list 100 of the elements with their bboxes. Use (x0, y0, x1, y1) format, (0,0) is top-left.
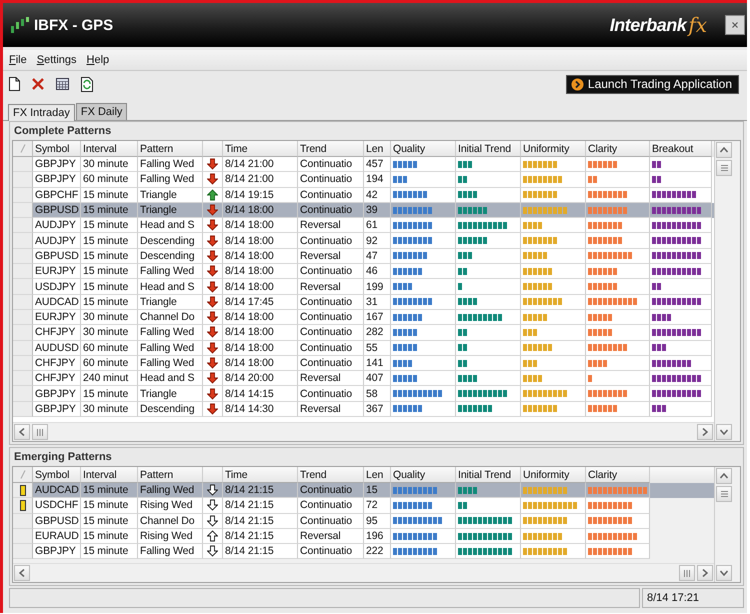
grip-icon (720, 165, 728, 171)
brand-name: Interbank (610, 14, 686, 34)
table-cell: 8/14 17:45 (223, 294, 298, 310)
table-row[interactable]: EURJPY 15 minute Falling Wed 8/14 18:00 Continuatio 46 (13, 264, 714, 280)
table-row[interactable]: CHFJPY 240 minut Head and S 8/14 20:00 Reversal 407 (13, 371, 714, 386)
table-cell: 240 minut (81, 371, 138, 386)
menu-item[interactable]: Settings (36, 54, 77, 66)
sort-icon (20, 470, 26, 479)
menu-item[interactable]: Help (86, 54, 110, 66)
table-cell: Continuatio (298, 325, 364, 341)
table-cell: GBPJPY (33, 157, 81, 172)
table-row[interactable]: AUDJPY 15 minute Head and S 8/14 18:00 Reversal 61 (13, 218, 714, 234)
table-cell: 60 minute (81, 340, 138, 356)
table-row[interactable]: GBPCHF 15 minute Triangle 8/14 19:15 Continuatio 42 (13, 188, 714, 203)
grip-icon (684, 570, 690, 576)
grip-icon (37, 428, 43, 436)
table-cell: Continuatio (298, 172, 364, 188)
play-circle-icon (570, 78, 584, 90)
table-row[interactable]: GBPJPY 30 minute Descending 8/14 14:30 Reversal 367 (13, 402, 714, 418)
table-cell: Descending (138, 233, 203, 249)
table-cell: 60 minute (81, 356, 138, 372)
table-cell: CHFJPY (33, 356, 81, 372)
table-cell: 8/14 18:00 (223, 325, 298, 341)
table-row[interactable]: GBPJPY 15 minute Falling Wed 8/14 21:15 Continuatio 222 (13, 544, 714, 560)
table-row[interactable]: AUDJPY 15 minute Descending 8/14 18:00 Continuatio 92 (13, 233, 714, 249)
delete-icon[interactable] (32, 78, 44, 90)
tab[interactable]: FX Intraday (8, 104, 75, 121)
scroll-thumb[interactable] (32, 424, 48, 440)
table-row[interactable]: GBPJPY 30 minute Falling Wed 8/14 21:00 Continuatio 457 (13, 157, 714, 172)
table-cell: 8/14 18:00 (223, 218, 298, 234)
table-cell: GBPJPY (33, 544, 81, 560)
table-row[interactable]: GBPJPY 15 minute Triangle 8/14 14:15 Continuatio 58 (13, 386, 714, 402)
table-row[interactable]: GBPUSD 15 minute Triangle 8/14 18:00 Continuatio 39 (13, 202, 714, 218)
table-cell: GBPJPY (33, 402, 81, 418)
tab[interactable]: FX Daily (76, 103, 128, 120)
table-cell: Descending (138, 402, 203, 418)
table-cell: 8/14 14:30 (223, 402, 298, 418)
table-cell: 8/14 20:00 (223, 371, 298, 386)
scroll-thumb[interactable] (679, 565, 695, 581)
table-cell: Continuatio (298, 544, 364, 560)
new-document-icon[interactable] (9, 77, 20, 91)
table-icon[interactable] (56, 78, 69, 90)
close-button[interactable] (725, 15, 745, 35)
table-cell: 196 (364, 528, 391, 544)
table-cell: 15 minute (81, 248, 138, 264)
scroll-left-button[interactable] (14, 424, 30, 440)
table-cell: 30 minute (81, 402, 138, 418)
scroll-right-button[interactable] (697, 424, 713, 440)
scroll-thumb[interactable] (716, 160, 732, 176)
table-row[interactable]: EURAUD 15 minute Rising Wed 8/14 21:15 Reversal 196 (13, 528, 714, 544)
table-cell: 8/14 14:15 (223, 386, 298, 402)
menu-item[interactable]: File (9, 54, 27, 66)
table-row[interactable]: USDCHF 15 minute Rising Wed 8/14 21:15 Continuatio 72 (13, 498, 714, 514)
table-cell: CHFJPY (33, 325, 81, 341)
table-cell: Reversal (298, 371, 364, 386)
table-row[interactable]: CHFJPY 60 minute Falling Wed 8/14 18:00 Continuatio 141 (13, 356, 714, 372)
scroll-down-button[interactable] (716, 424, 732, 440)
scroll-left-button[interactable] (14, 565, 30, 581)
table-cell: 60 minute (81, 172, 138, 188)
table-row[interactable]: AUDCAD 15 minute Falling Wed 8/14 21:15 Continuatio 15 (13, 483, 714, 498)
table-cell: Rising Wed (138, 498, 203, 514)
table-cell: Head and S (138, 279, 203, 295)
scroll-down-button[interactable] (716, 565, 732, 581)
scroll-thumb[interactable] (716, 486, 732, 502)
table-row[interactable]: CHFJPY 30 minute Falling Wed 8/14 18:00 Continuatio 282 (13, 325, 714, 341)
table-cell: 30 minute (81, 157, 138, 172)
table-cell: Falling Wed (138, 157, 203, 172)
table-cell: Falling Wed (138, 544, 203, 560)
table-cell: 15 minute (81, 264, 138, 280)
launch-button[interactable]: Launch Trading Application (566, 74, 739, 94)
scroll-right-button[interactable] (697, 565, 713, 581)
table-cell: GBPJPY (33, 172, 81, 188)
table-cell: 8/14 18:00 (223, 233, 298, 249)
table-cell: 8/14 19:15 (223, 188, 298, 203)
table-cell: 30 minute (81, 310, 138, 326)
table-row[interactable]: EURJPY 30 minute Channel Do 8/14 18:00 Continuatio 167 (13, 310, 714, 326)
table-cell: Reversal (298, 279, 364, 295)
table-row[interactable]: AUDUSD 60 minute Falling Wed 8/14 18:00 Continuatio 55 (13, 340, 714, 356)
table-cell: Rising Wed (138, 528, 203, 544)
table-cell: AUDJPY (33, 233, 81, 249)
table-cell: 92 (364, 233, 391, 249)
table-cell: 47 (364, 248, 391, 264)
table-cell: Triangle (138, 188, 203, 203)
table-row[interactable]: USDJPY 15 minute Head and S 8/14 18:00 Reversal 199 (13, 279, 714, 295)
table-cell: CHFJPY (33, 371, 81, 386)
table-cell: 30 minute (81, 325, 138, 341)
table-cell: EURAUD (33, 528, 81, 544)
table-cell: Falling Wed (138, 356, 203, 372)
scroll-up-button[interactable] (716, 468, 732, 484)
table-cell: EURJPY (33, 310, 81, 326)
scroll-up-button[interactable] (716, 142, 732, 158)
table-row[interactable]: AUDCAD 15 minute Triangle 8/14 17:45 Continuatio 31 (13, 294, 714, 310)
table-cell: Head and S (138, 371, 203, 386)
table-row[interactable]: GBPJPY 60 minute Falling Wed 8/14 21:00 Continuatio 194 (13, 172, 714, 188)
table-row[interactable]: GBPUSD 15 minute Descending 8/14 18:00 Reversal 47 (13, 248, 714, 264)
refresh-document-icon[interactable] (81, 76, 93, 92)
table-row[interactable]: GBPUSD 15 minute Channel Do 8/14 21:15 Continuatio 95 (13, 514, 714, 529)
table-cell: Continuatio (298, 157, 364, 172)
table-cell: Continuatio (298, 188, 364, 203)
table-cell: 15 minute (81, 544, 138, 560)
